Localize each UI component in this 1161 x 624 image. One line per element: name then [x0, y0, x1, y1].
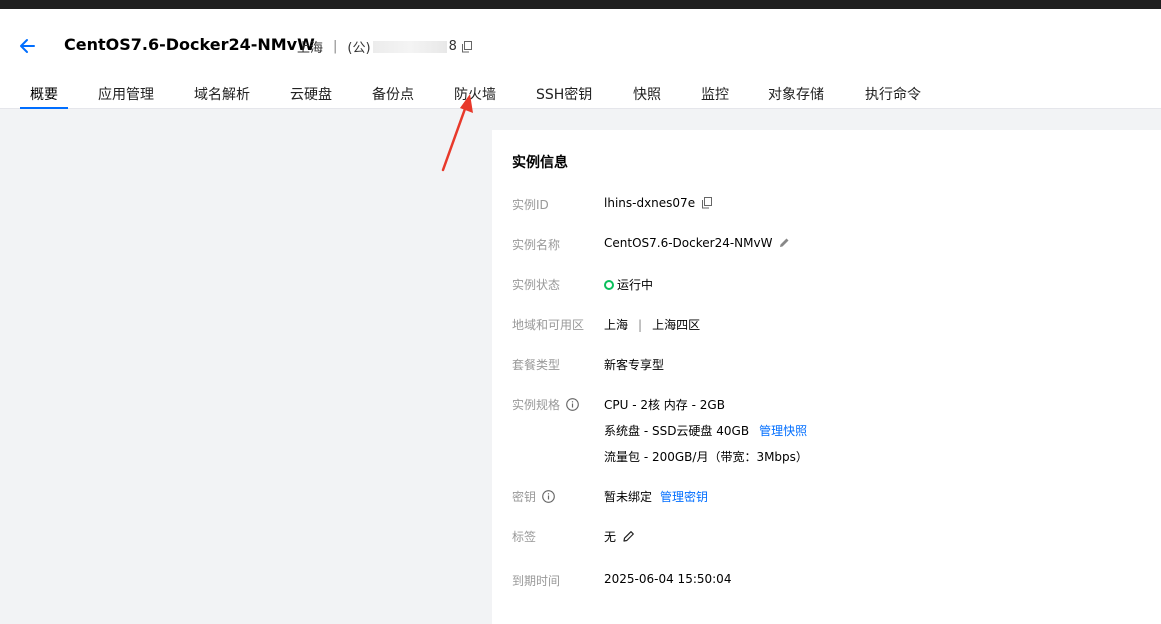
value-instance-id: lhins-dxnes07e: [604, 196, 713, 210]
region-separator: |: [638, 317, 643, 332]
page-title: CentOS7.6-Docker24-NMvW: [64, 35, 315, 54]
value-region-zone: 上海 | 上海四区: [604, 316, 700, 333]
tab-domain-resolution[interactable]: 域名解析: [194, 85, 250, 105]
tags-text: 无: [604, 530, 617, 544]
tab-overview[interactable]: 概要: [30, 85, 58, 105]
label-tags: 标签: [512, 530, 537, 544]
page-header: CentOS7.6-Docker24-NMvW 上海 | (公) 8 概要 应用…: [0, 9, 1161, 109]
back-arrow-icon[interactable]: [16, 35, 38, 57]
edit-pencil-icon[interactable]: [778, 237, 790, 249]
info-icon[interactable]: [542, 490, 555, 503]
value-key: 暂未绑定 管理密钥: [604, 488, 708, 505]
value-expire-time: 2025-06-04 15:50:04: [604, 572, 732, 586]
manage-key-link[interactable]: 管理密钥: [660, 488, 708, 505]
top-bar: [0, 0, 1161, 9]
public-ip-prefix: (公): [347, 41, 371, 56]
label-instance-name: 实例名称: [512, 238, 561, 252]
value-instance-status: 运行中: [604, 276, 653, 293]
value-instance-name: CentOS7.6-Docker24-NMvW: [604, 236, 790, 250]
tab-firewall[interactable]: 防火墙: [454, 85, 496, 105]
label-expire-time: 到期时间: [512, 574, 561, 588]
label-instance-spec: 实例规格: [512, 396, 579, 413]
instance-name-text: CentOS7.6-Docker24-NMvW: [604, 236, 773, 250]
instance-spec-label-text: 实例规格: [512, 398, 561, 412]
value-tags: 无: [604, 528, 635, 545]
label-package-type: 套餐类型: [512, 358, 561, 372]
instance-info-panel: 实例信息 实例ID lhins-dxnes07e 实例名称 CentOS7.6-…: [492, 130, 1161, 624]
value-package-type: 新客专享型: [604, 358, 665, 372]
manage-snapshot-link[interactable]: 管理快照: [759, 422, 807, 439]
tab-cloud-disk[interactable]: 云硬盘: [290, 85, 332, 105]
key-status-text: 暂未绑定: [604, 490, 653, 504]
tab-backup-point[interactable]: 备份点: [372, 85, 414, 105]
copy-icon[interactable]: [701, 197, 713, 209]
system-disk-text: 系统盘 - SSD云硬盘 40GB: [604, 424, 750, 438]
instance-id-text: lhins-dxnes07e: [604, 196, 696, 210]
label-key: 密钥: [512, 488, 555, 505]
instance-meta: 上海 | (公) 8: [297, 37, 473, 56]
region-text: 上海: [297, 41, 324, 56]
tab-monitoring[interactable]: 监控: [701, 85, 729, 105]
tab-snapshot[interactable]: 快照: [633, 85, 661, 105]
public-ip-suffix: 8: [448, 39, 457, 54]
status-text: 运行中: [617, 278, 654, 292]
key-label-text: 密钥: [512, 490, 537, 504]
active-tab-indicator: [20, 107, 68, 109]
tab-app-management[interactable]: 应用管理: [98, 85, 154, 105]
info-icon[interactable]: [566, 398, 579, 411]
value-system-disk: 系统盘 - SSD云硬盘 40GB 管理快照: [604, 422, 807, 439]
label-instance-status: 实例状态: [512, 278, 561, 292]
label-region-zone: 地域和可用区: [512, 318, 585, 332]
edit-pencil-icon[interactable]: [622, 530, 635, 543]
copy-icon[interactable]: [461, 40, 473, 53]
panel-title: 实例信息: [512, 155, 568, 171]
region-value: 上海: [604, 318, 629, 332]
tab-object-storage[interactable]: 对象存储: [768, 85, 824, 105]
value-traffic-package: 流量包 - 200GB/月（带宽：3Mbps）: [604, 450, 808, 464]
redacted-ip: [372, 40, 447, 53]
zone-value: 上海四区: [652, 318, 701, 332]
tab-execute-command[interactable]: 执行命令: [865, 85, 921, 105]
value-cpu-memory: CPU - 2核 内存 - 2GB: [604, 398, 725, 412]
label-instance-id: 实例ID: [512, 198, 549, 212]
tab-ssh-key[interactable]: SSH密钥: [536, 85, 592, 105]
running-status-icon: [604, 279, 614, 290]
meta-separator: |: [333, 39, 338, 54]
